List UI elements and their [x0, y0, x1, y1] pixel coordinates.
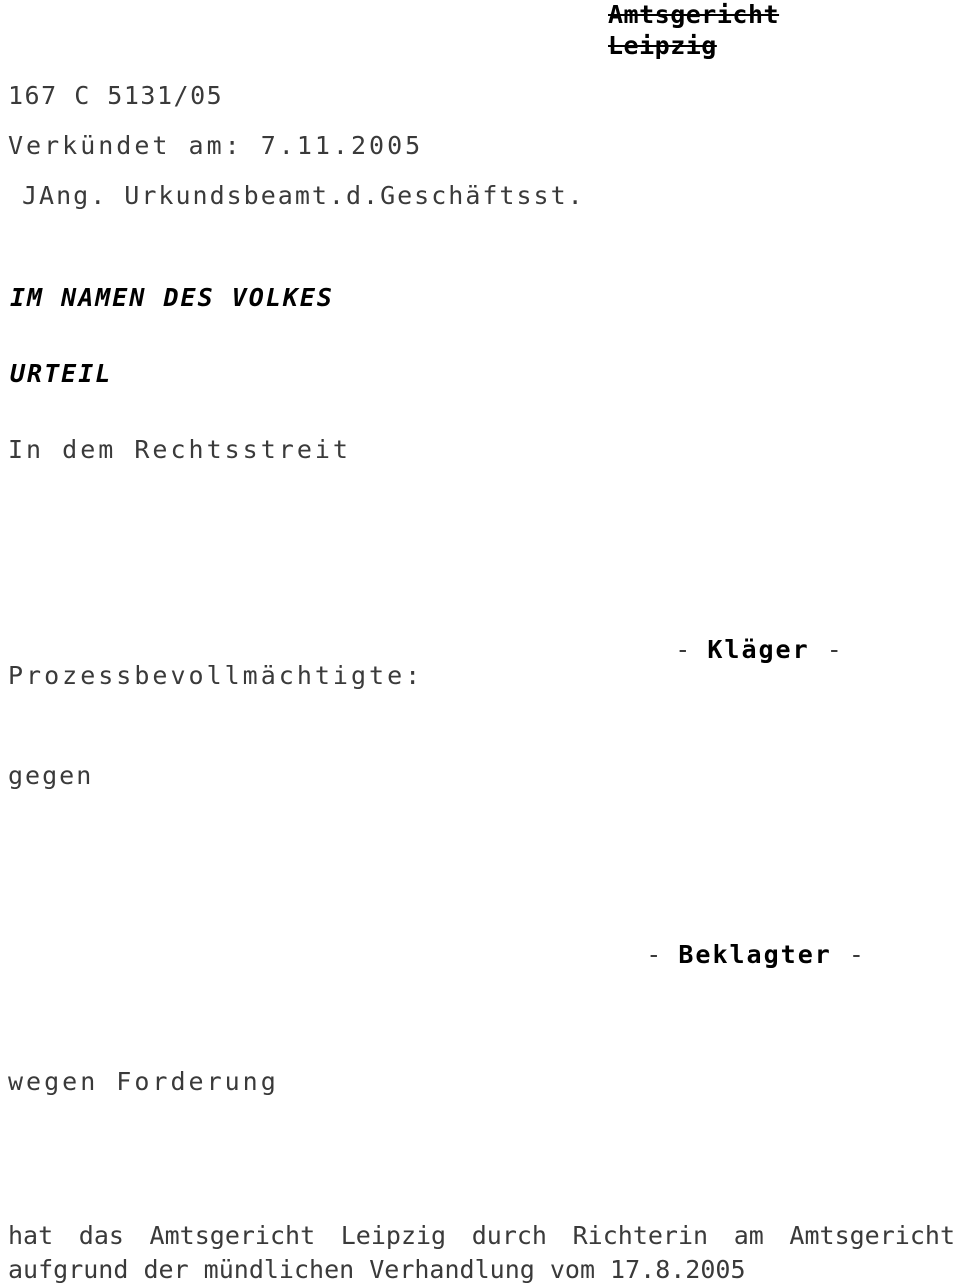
in-the-name-of-the-people-heading: IM NAMEN DES VOLKES [10, 283, 334, 312]
dash-left-plaintiff: - [675, 635, 691, 664]
dash-right-defendant: - [848, 940, 864, 969]
versus-label: gegen [8, 761, 94, 790]
dash-left-defendant: - [646, 940, 662, 969]
closing-paragraph: hat das Amtsgericht Leipzig durch Richte… [8, 1219, 955, 1287]
plaintiff-label: Kläger [707, 635, 810, 664]
subject-matter: wegen Forderung [8, 1067, 279, 1096]
closing-line-1: hat das Amtsgericht Leipzig durch Richte… [8, 1221, 955, 1250]
case-number: 167 C 5131/05 [8, 81, 224, 110]
closing-line-2: aufgrund der mündlichen Verhandlung vom … [8, 1255, 746, 1284]
court-name-line-2: Leipzig [608, 31, 717, 60]
court-name-line-1: Amtsgericht [608, 0, 780, 29]
dash-right-plaintiff: - [826, 635, 842, 664]
plaintiff-role-marker: - Kläger - [607, 612, 842, 687]
plaintiff-counsel-label: Prozessbevollmächtigte: [8, 661, 424, 690]
defendant-label: Beklagter [678, 940, 832, 969]
clerk-of-court: JAng. Urkundsbeamt.d.Geschäftsst. [22, 181, 585, 210]
judgment-heading: URTEIL [10, 359, 113, 388]
defendant-role-marker: - Beklagter - [578, 917, 864, 992]
document-page: Amtsgericht Leipzig 167 C 5131/05 Verkün… [0, 0, 960, 1284]
announcement-date: Verkündet am: 7.11.2005 [8, 131, 424, 160]
dispute-intro: In dem Rechtsstreit [8, 435, 351, 464]
